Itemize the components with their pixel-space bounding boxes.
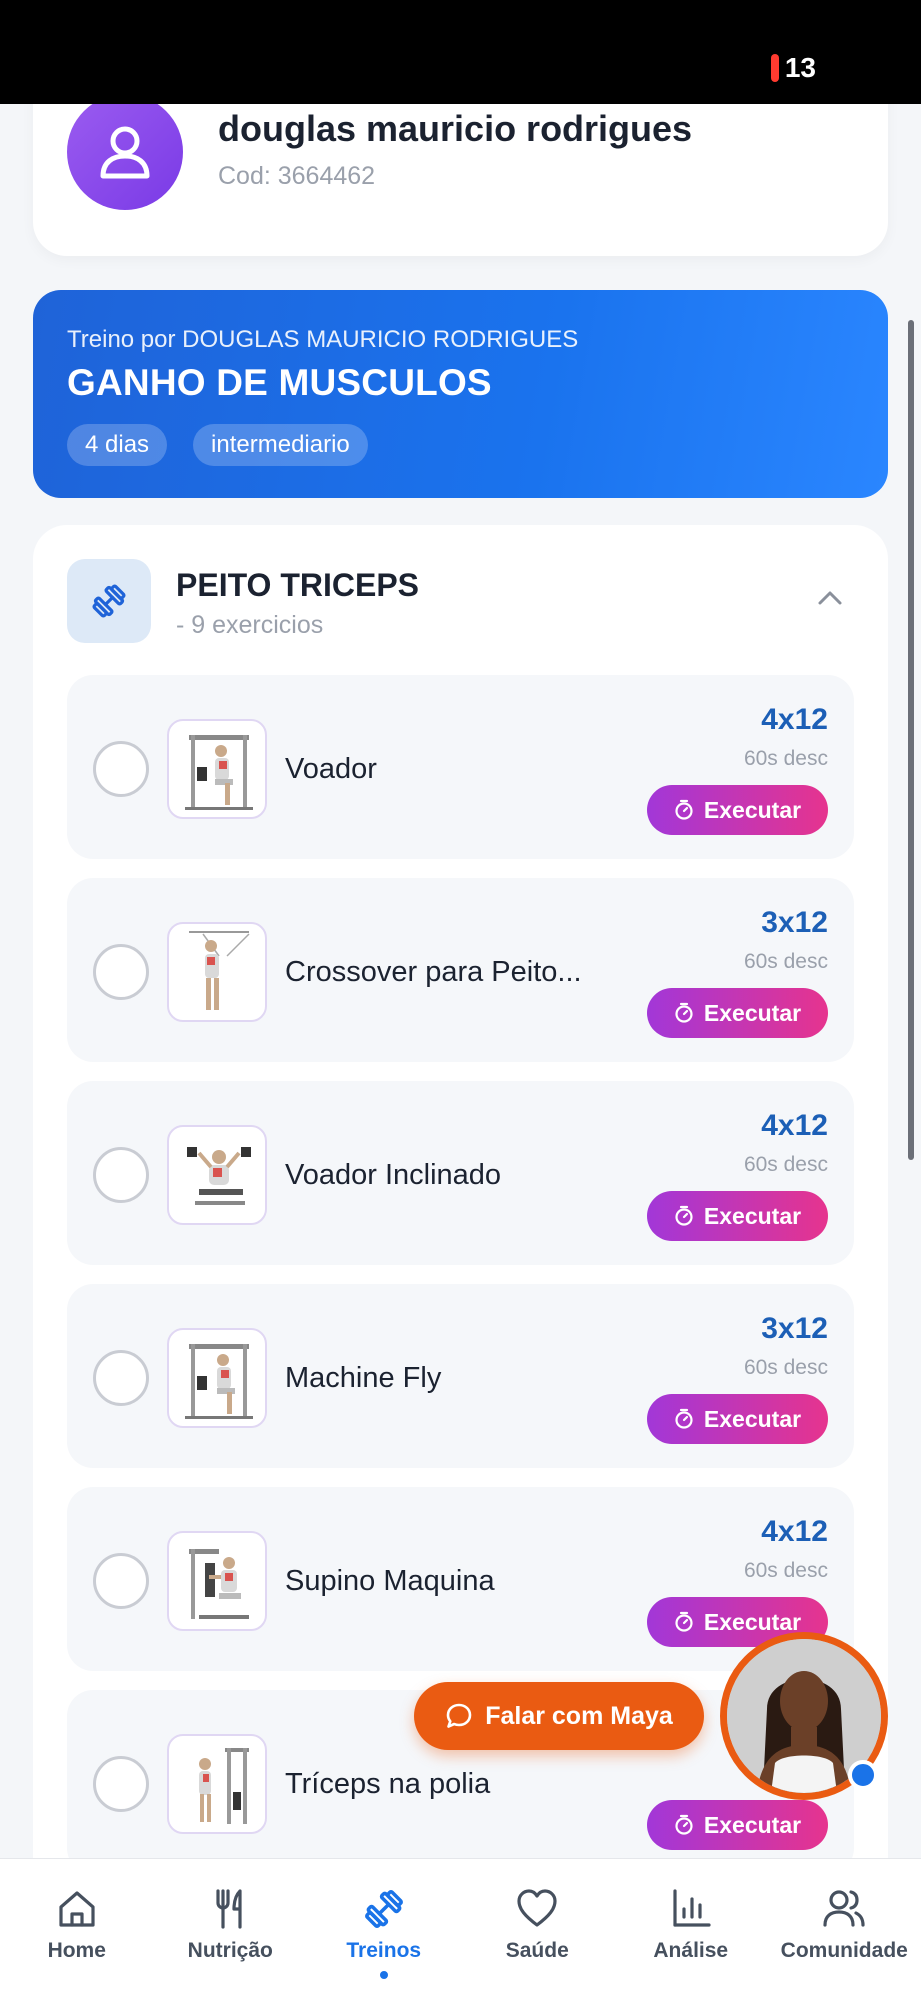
exercise-sets: 3x12 (761, 1312, 828, 1345)
exercise-rest: 60s desc (743, 1559, 828, 1582)
exercise-sets: 4x12 (761, 703, 828, 736)
dumbbell-icon (364, 1890, 403, 1928)
exercise-row[interactable]: Voador 4x12 60s desc Executar (67, 675, 854, 859)
timer-icon (675, 1002, 693, 1023)
chevron-up-icon[interactable] (812, 580, 848, 616)
exercise-thumbnail (167, 1125, 267, 1225)
execute-button[interactable]: Executar (647, 988, 828, 1038)
execute-label: Executar (703, 1202, 802, 1229)
exercise-sets: 4x12 (761, 1109, 828, 1142)
execute-button[interactable]: Executar (647, 1191, 828, 1241)
execute-label: Executar (703, 999, 802, 1026)
battery-level: 13 (784, 52, 816, 83)
exercise-row[interactable]: Machine Fly 3x12 60s desc Executar (67, 1284, 854, 1468)
timer-icon (675, 799, 693, 820)
execute-button[interactable]: Executar (647, 1394, 828, 1444)
timer-icon (675, 1408, 693, 1429)
nav-item-home[interactable]: Home (0, 1859, 154, 2000)
online-indicator (848, 1760, 878, 1790)
nav-label-home: Home (47, 1939, 106, 1962)
exercise-sets: 4x12 (761, 1515, 828, 1548)
execute-label: Executar (703, 796, 802, 823)
heart-icon (517, 1889, 557, 1927)
exercise-row[interactable]: Crossover para Peito... 3x12 60s desc Ex… (67, 878, 854, 1062)
plan-title: GANHO DE MUSCULOS (67, 362, 492, 403)
exercise-thumbnail (167, 922, 267, 1022)
exercise-name: Crossover para Peito... (285, 956, 582, 988)
exercise-checkbox[interactable] (93, 1553, 149, 1609)
users-icon (823, 1890, 865, 1927)
battery-icon (770, 54, 779, 82)
bar-chart-icon (673, 1889, 711, 1927)
exercise-thumbnail (167, 1328, 267, 1428)
exercise-rest: 60s desc (743, 1356, 828, 1379)
execute-label: Executar (703, 1608, 802, 1635)
nav-item-analise[interactable]: Análise (614, 1859, 768, 2000)
exercise-checkbox[interactable] (93, 1756, 149, 1812)
exercise-rest: 60s desc (743, 1153, 828, 1176)
chat-bubble-icon (446, 1703, 472, 1728)
exercise-checkbox[interactable] (93, 1350, 149, 1406)
execute-button[interactable]: Executar (647, 1800, 828, 1850)
nav-item-treinos[interactable]: Treinos (307, 1859, 461, 2000)
exercise-sets: 3x12 (761, 906, 828, 939)
nav-label-comunidade: Comunidade (780, 1939, 908, 1962)
exercise-rest: 60s desc (743, 950, 828, 973)
exercise-name: Voador (285, 753, 377, 785)
timer-icon (675, 1814, 693, 1835)
execute-button[interactable]: Executar (647, 785, 828, 835)
exercise-rest: 60s desc (743, 747, 828, 770)
exercise-thumbnail (167, 719, 267, 819)
plan-tag-level: intermediario (193, 424, 368, 466)
fork-knife-icon (216, 1889, 242, 1929)
exercise-checkbox[interactable] (93, 1147, 149, 1203)
exercise-thumbnail (167, 1734, 267, 1834)
timer-icon (675, 1205, 693, 1226)
status-bar: 13 (0, 0, 921, 104)
exercise-name: Supino Maquina (285, 1565, 495, 1597)
exercise-name: Voador Inclinado (285, 1159, 502, 1191)
nav-label-saude: Saúde (505, 1939, 569, 1962)
profile-code: Cod: 3664462 (218, 162, 376, 190)
user-icon (67, 94, 183, 210)
timer-icon (675, 1611, 693, 1632)
exercise-row[interactable]: Voador Inclinado 4x12 60s desc Executar (67, 1081, 854, 1265)
execute-label: Executar (703, 1811, 802, 1838)
plan-card[interactable]: Treino por DOUGLAS MAURICIO RODRIGUES GA… (33, 290, 888, 498)
exercise-checkbox[interactable] (93, 944, 149, 1000)
plan-tag-days: 4 dias (67, 424, 168, 466)
battery-indicator: 13 (770, 52, 816, 84)
dumbbell-icon (67, 559, 151, 643)
bottom-navigation: Home Nutrição Treinos Saúde Análise Comu… (0, 1858, 921, 2000)
execute-label: Executar (703, 1405, 802, 1432)
scrollbar[interactable] (908, 320, 914, 1160)
nav-item-nutricao[interactable]: Nutrição (154, 1859, 308, 2000)
active-indicator (379, 1971, 388, 1979)
nav-item-comunidade[interactable]: Comunidade (768, 1859, 921, 2000)
nav-label-nutricao: Nutrição (187, 1939, 273, 1962)
nav-item-saude[interactable]: Saúde (461, 1859, 615, 2000)
group-subtitle: - 9 exercicios (176, 611, 324, 639)
exercise-thumbnail (167, 1531, 267, 1631)
nav-label-treinos: Treinos (346, 1939, 422, 1962)
home-icon (59, 1891, 95, 1927)
nav-label-analise: Análise (653, 1939, 729, 1962)
group-title: PEITO TRICEPS (176, 567, 420, 603)
talk-to-maya-button[interactable]: Falar com Maya (414, 1682, 704, 1750)
plan-author: Treino por DOUGLAS MAURICIO RODRIGUES (67, 326, 579, 353)
exercise-checkbox[interactable] (93, 741, 149, 797)
exercise-name: Tríceps na polia (285, 1768, 491, 1800)
talk-to-maya-label: Falar com Maya (485, 1701, 673, 1730)
exercise-row[interactable]: Supino Maquina 4x12 60s desc Executar (67, 1487, 854, 1671)
exercise-name: Machine Fly (285, 1362, 442, 1394)
profile-name: douglas mauricio rodrigues (218, 108, 693, 149)
